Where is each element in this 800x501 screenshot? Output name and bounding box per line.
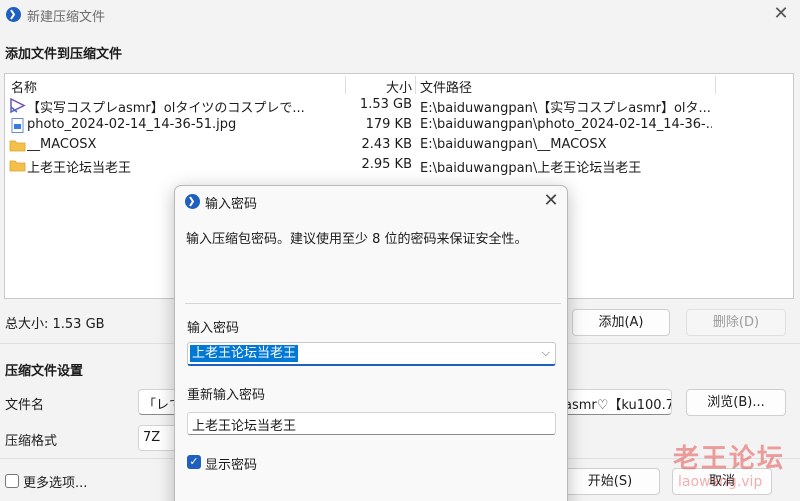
file-name: 上老王论坛当老王 (27, 161, 132, 176)
filename-label: 文件名 (5, 398, 45, 413)
file-row[interactable]: 上老王论坛当老王 2.95 KB E:\baiduwangpan\上老王论坛当老… (5, 156, 793, 176)
window-title: 新建压缩文件 (27, 10, 106, 25)
file-row[interactable]: photo_2024-02-14_14-36-51.jpg 179 KB E:\… (5, 116, 793, 136)
more-options-label[interactable]: 更多选项... (23, 472, 87, 491)
add-button[interactable]: 添加(A) (572, 309, 670, 336)
show-password-checkbox[interactable]: ✓ (187, 455, 201, 469)
column-header-name[interactable]: 名称 (11, 77, 37, 96)
column-header-size[interactable]: 大小 (386, 77, 412, 96)
divider (185, 303, 561, 304)
column-header-path[interactable]: 文件路径 (420, 77, 472, 96)
password-dialog: 输入密码 ✕ 输入压缩包密码。建议使用至少 8 位的密码来保证安全性。 输入密码… (174, 185, 568, 501)
format-select[interactable]: 7Z (138, 425, 178, 451)
file-size: 1.53 GB (359, 97, 412, 112)
app-logo-icon (6, 7, 21, 22)
chevron-down-icon[interactable]: ⌵ (542, 346, 550, 360)
file-path: E:\baiduwangpan\photo_2024-02-14_14-36-.… (420, 117, 712, 132)
file-name: __MACOSX (27, 137, 97, 152)
watermark-logo: 老王论坛 (673, 444, 786, 474)
filename-input-tail[interactable]: asmr♡【ku100.7z (560, 389, 672, 415)
file-size: 2.43 KB (361, 137, 412, 152)
settings-heading: 压缩文件设置 (5, 364, 84, 379)
confirm-password-label: 重新输入密码 (187, 388, 266, 403)
column-divider[interactable] (415, 76, 416, 94)
column-divider[interactable] (345, 76, 346, 94)
format-label: 压缩格式 (5, 434, 58, 449)
total-size: 总大小: 1.53 GB (5, 317, 105, 332)
add-files-heading: 添加文件到压缩文件 (5, 47, 123, 62)
folder-icon (9, 158, 26, 173)
column-divider[interactable] (715, 76, 716, 94)
browse-button[interactable]: 浏览(B)... (686, 389, 786, 416)
file-path: E:\baiduwangpan\上老王论坛当老王 (420, 161, 642, 176)
password-selected-text: 上老王论坛当老王 (190, 345, 299, 362)
password-input[interactable]: 上老王论坛当老王 ⌵ (187, 342, 556, 366)
show-password-label[interactable]: 显示密码 (205, 454, 257, 473)
start-button[interactable]: 开始(S) (560, 468, 660, 495)
close-window-button[interactable]: ✕ (770, 3, 792, 25)
image-file-icon (9, 118, 26, 133)
file-name: photo_2024-02-14_14-36-51.jpg (27, 117, 237, 132)
filename-input[interactable]: 「レで (138, 389, 178, 415)
folder-icon (9, 138, 26, 153)
file-row[interactable]: __MACOSX 2.43 KB E:\baiduwangpan\__MACOS… (5, 136, 793, 156)
close-dialog-button[interactable]: ✕ (539, 190, 563, 212)
delete-button[interactable]: 删除(D) (686, 309, 786, 336)
password-label: 输入密码 (187, 321, 240, 336)
file-row[interactable]: 【实写コスプレasmr】olタイツのコスプレで... 1.53 GB E:\ba… (5, 96, 793, 116)
dialog-message: 输入压缩包密码。建议使用至少 8 位的密码来保证安全性。 (186, 232, 528, 247)
confirm-password-input[interactable]: 上老王论坛当老王 (187, 412, 556, 435)
title-bar: 新建压缩文件 ✕ (0, 0, 800, 30)
video-file-icon (9, 97, 26, 114)
dialog-title: 输入密码 (205, 197, 258, 212)
file-size: 2.95 KB (361, 157, 412, 172)
file-path: E:\baiduwangpan\__MACOSX (420, 137, 607, 152)
more-options-checkbox[interactable] (5, 474, 19, 488)
file-name: 【实写コスプレasmr】olタイツのコスプレで... (27, 101, 305, 116)
watermark-url: laowang.vip (678, 474, 763, 490)
app-logo-icon (185, 194, 200, 209)
file-path: E:\baiduwangpan\【实写コスプレasmr】olタ... (420, 101, 711, 116)
file-size: 179 KB (365, 117, 412, 132)
